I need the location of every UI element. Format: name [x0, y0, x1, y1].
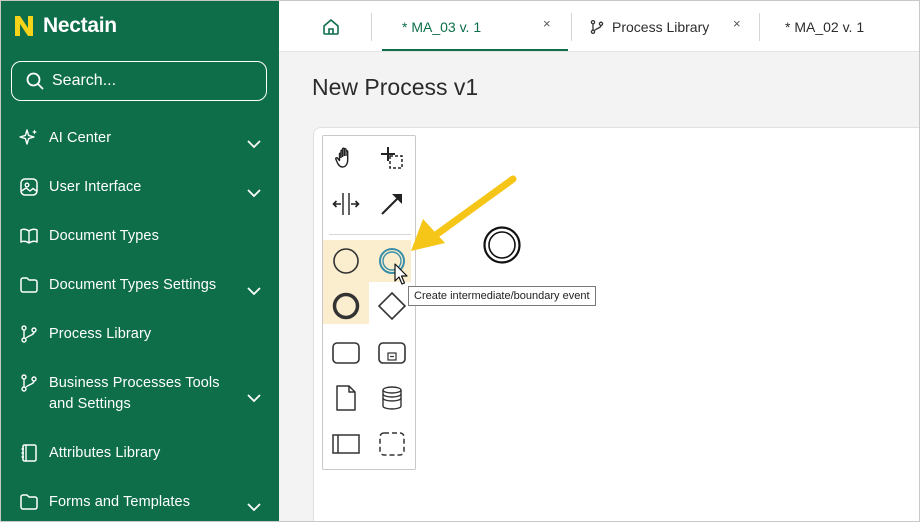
page-title: New Process v1: [312, 74, 479, 100]
brand[interactable]: Nectain: [13, 11, 117, 41]
end-event-icon: [332, 292, 360, 320]
sidebar-item-label: User Interface: [49, 179, 142, 195]
tab-separator: [371, 13, 372, 41]
mouse-cursor-icon: [394, 263, 408, 285]
chevron-down-icon[interactable]: [245, 282, 263, 300]
subprocess-icon: [378, 342, 406, 364]
gateway-tool[interactable]: [372, 286, 412, 326]
subprocess-tool[interactable]: [372, 333, 412, 373]
pool-tool[interactable]: [326, 424, 366, 464]
tab-ma-03[interactable]: * MA_03 v. 1: [402, 1, 481, 52]
search-input[interactable]: Search...: [11, 61, 267, 101]
sidebar-item-label: Business Processes Tools and Settings: [49, 375, 220, 412]
search-placeholder: Search...: [52, 72, 117, 89]
lasso-tool-icon: [381, 147, 403, 169]
palette-divider: [329, 234, 411, 235]
sidebar-item-business-processes-tools[interactable]: Business Processes Tools and Settings: [1, 373, 229, 415]
end-event-tool[interactable]: [326, 286, 366, 326]
sidebar: Nectain Search... AI Center User Interfa…: [1, 1, 279, 521]
hand-tool-icon: [335, 147, 349, 168]
sidebar-item-label: AI Center: [49, 130, 112, 146]
tab-label: * MA_03 v. 1: [402, 18, 482, 35]
sidebar-item-label: Forms and Templates: [49, 494, 191, 510]
annotation-arrow-icon: [411, 175, 517, 251]
data-store-icon: [382, 386, 402, 410]
tab-bar: * MA_03 v. 1 × Process Library × * MA_02…: [279, 1, 919, 52]
gateway-icon: [377, 291, 407, 321]
branch-icon: [590, 19, 604, 34]
nectain-logo-icon: [15, 16, 33, 36]
app-window: Nectain Search... AI Center User Interfa…: [0, 0, 920, 522]
hand-tool[interactable]: [326, 138, 366, 178]
group-icon: [379, 432, 405, 456]
home-icon: [323, 18, 339, 35]
space-tool-icon: [332, 193, 360, 215]
chevron-down-icon[interactable]: [245, 498, 263, 516]
sidebar-item-process-library[interactable]: Process Library: [1, 324, 229, 345]
data-store-tool[interactable]: [372, 378, 412, 418]
sidebar-item-label: Document Types: [49, 228, 159, 244]
sidebar-item-label: Attributes Library: [49, 445, 161, 461]
sidebar-item-label: Document Types Settings: [49, 277, 217, 293]
sidebar-item-attributes-library[interactable]: Attributes Library: [1, 443, 229, 464]
tab-home[interactable]: [321, 1, 341, 52]
image-icon: [20, 178, 38, 196]
chevron-down-icon[interactable]: [245, 184, 263, 202]
tab-process-library[interactable]: Process Library: [589, 1, 709, 52]
data-object-icon: [336, 385, 356, 411]
start-event-icon: [333, 248, 359, 274]
tab-ma-02[interactable]: * MA_02 v. 1: [785, 1, 864, 52]
brand-name: Nectain: [43, 14, 117, 37]
task-icon: [332, 342, 360, 364]
branch-icon: [21, 374, 37, 392]
close-icon[interactable]: ×: [543, 16, 551, 31]
notebook-icon: [21, 444, 37, 462]
active-tab-indicator: [382, 49, 568, 51]
tooltip: Create intermediate/boundary event: [408, 286, 596, 306]
task-tool[interactable]: [326, 333, 366, 373]
folder-icon: [20, 494, 38, 510]
sidebar-item-forms-and-templates[interactable]: Forms and Templates: [1, 492, 229, 513]
data-object-tool[interactable]: [326, 378, 366, 418]
book-icon: [20, 228, 38, 244]
tab-label: Process Library: [612, 18, 710, 35]
sparkle-icon: [19, 129, 37, 145]
sidebar-item-document-types-settings[interactable]: Document Types Settings: [1, 275, 229, 296]
folder-icon: [20, 277, 38, 293]
sidebar-item-user-interface[interactable]: User Interface: [1, 177, 229, 198]
chevron-down-icon[interactable]: [245, 389, 263, 407]
tab-label: * MA_02 v. 1: [785, 18, 865, 35]
tab-separator: [571, 13, 572, 41]
group-tool[interactable]: [372, 424, 412, 464]
sidebar-item-ai-center[interactable]: AI Center: [1, 128, 229, 149]
pool-icon: [332, 434, 360, 454]
tab-separator: [759, 13, 760, 41]
start-event-tool[interactable]: [326, 241, 366, 281]
chevron-down-icon[interactable]: [245, 135, 263, 153]
search-icon: [26, 72, 44, 90]
sidebar-item-label: Process Library: [49, 326, 152, 342]
sidebar-item-document-types[interactable]: Document Types: [1, 226, 229, 247]
branch-icon: [21, 325, 37, 343]
space-tool[interactable]: [326, 184, 366, 224]
close-icon[interactable]: ×: [733, 16, 741, 31]
